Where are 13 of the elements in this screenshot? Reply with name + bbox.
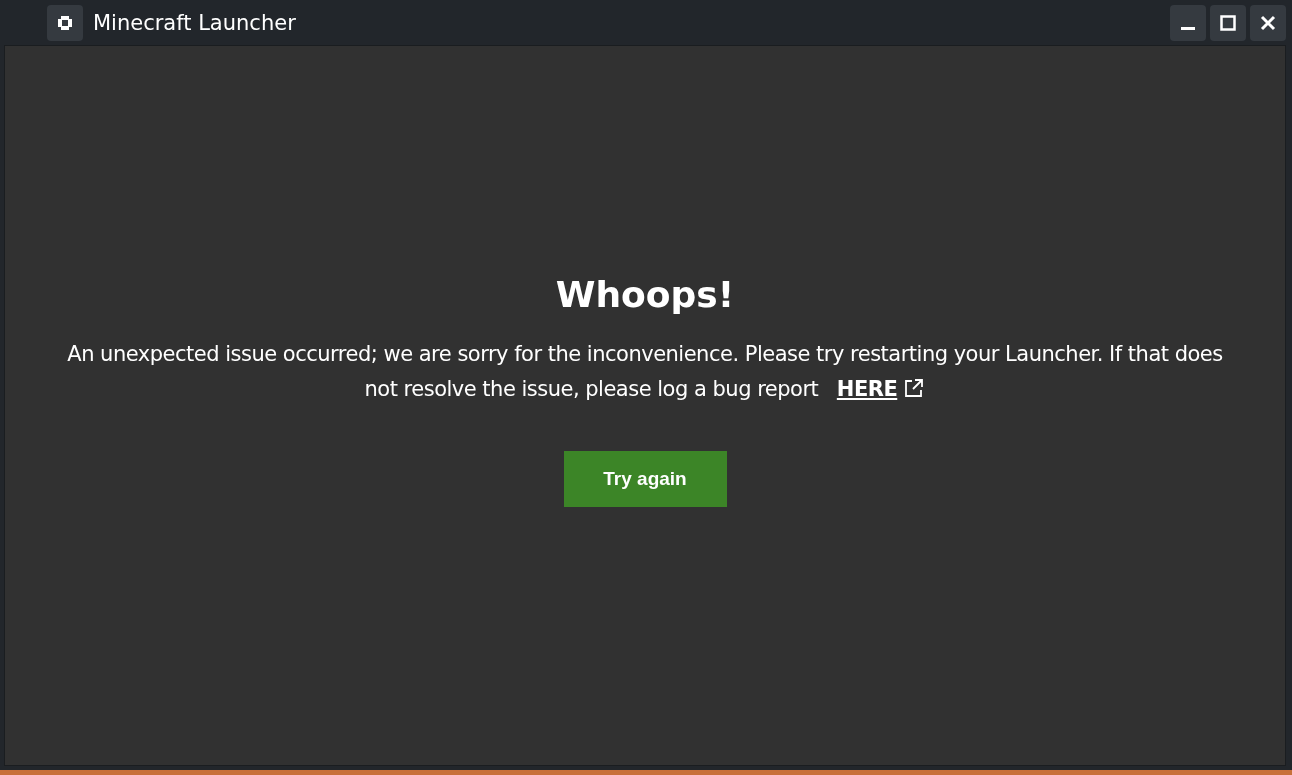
bug-report-link[interactable]: HERE	[836, 377, 898, 401]
external-link-icon	[903, 377, 926, 399]
close-icon	[1259, 13, 1277, 32]
minimize-icon	[1181, 27, 1195, 30]
maximize-button[interactable]	[1210, 4, 1246, 41]
try-again-button[interactable]: Try again	[563, 451, 727, 507]
error-message: An unexpected issue occurred; we are sorry for the inconvenience. Please try restarting your Launcher. If that does not resolve the issue, please log a bug report HERE	[66, 341, 1224, 403]
close-button[interactable]	[1250, 4, 1286, 41]
maximize-icon	[1219, 13, 1237, 32]
app-icon[interactable]	[47, 4, 83, 41]
window-title: Minecraft Launcher	[93, 10, 296, 35]
error-heading: Whoops!	[555, 274, 735, 315]
minimize-button[interactable]	[1170, 4, 1206, 41]
